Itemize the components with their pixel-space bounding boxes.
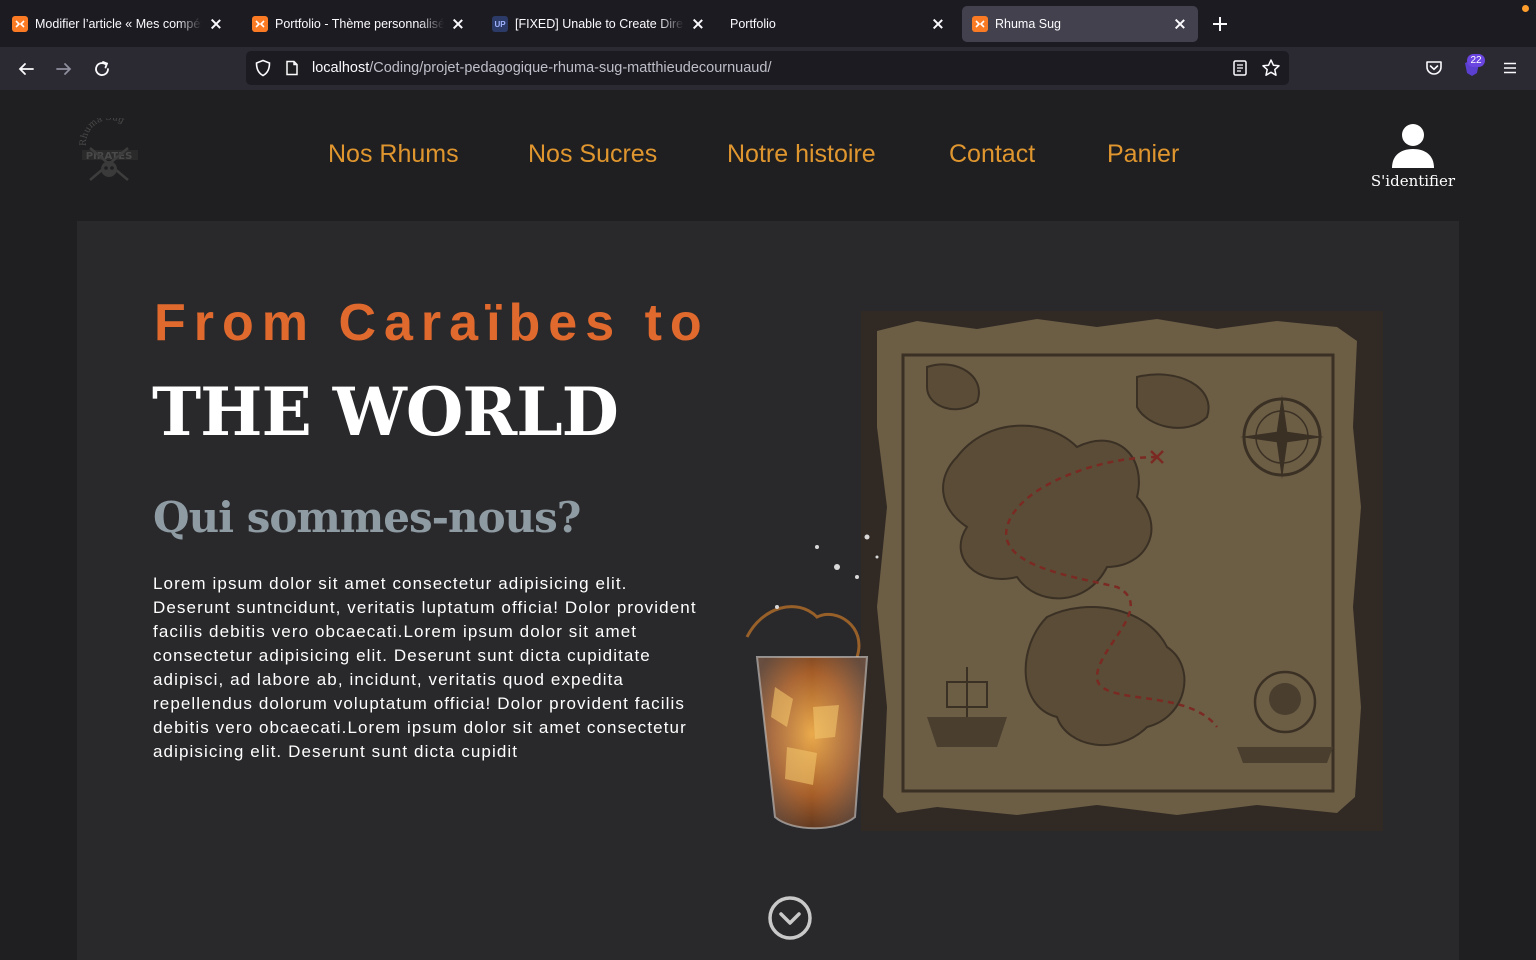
web-page: Rhuma Sug PIRATES Nos Rhums Nos Sucres N…	[0, 90, 1536, 960]
extension-badge: 22	[1467, 54, 1485, 67]
tab-title: Modifier l’article « Mes compétences	[35, 17, 202, 31]
shield-icon[interactable]	[254, 59, 272, 77]
svg-text:PIRATES: PIRATES	[86, 151, 133, 162]
rhuma-sug-pirates-logo[interactable]: Rhuma Sug PIRATES	[76, 118, 142, 184]
svg-text:Rhuma Sug: Rhuma Sug	[79, 118, 126, 146]
reload-icon	[95, 61, 109, 76]
close-icon[interactable]	[450, 16, 466, 32]
tab-portfolio-theme[interactable]: Portfolio - Thème personnalisé – WordPre…	[242, 6, 476, 42]
reload-button[interactable]	[88, 55, 116, 83]
up-icon: UP	[492, 16, 508, 32]
about-paragraph: Lorem ipsum dolor sit amet consectetur a…	[153, 574, 697, 761]
nav-nos-sucres[interactable]: Nos Sucres	[528, 140, 657, 169]
reader-view-icon[interactable]	[1231, 59, 1249, 77]
tab-modifier-article[interactable]: Modifier l’article « Mes compétences	[2, 6, 234, 42]
tab-title: Rhuma Sug	[995, 17, 1062, 31]
close-icon[interactable]	[208, 16, 224, 32]
pirate-map-rum-illustration	[745, 311, 1383, 831]
new-tab-button[interactable]	[1206, 12, 1234, 36]
hero-eyebrow: From Caraïbes to	[154, 294, 710, 352]
url-host: localhost	[312, 60, 370, 76]
nav-nos-rhums[interactable]: Nos Rhums	[328, 140, 459, 169]
back-button[interactable]	[12, 55, 40, 83]
signin-button[interactable]: S'identifier	[1368, 122, 1458, 190]
pocket-icon[interactable]	[1423, 57, 1445, 79]
tab-title: Portfolio	[730, 17, 776, 31]
xampp-icon	[972, 16, 988, 32]
xampp-icon	[12, 16, 28, 32]
update-dot-icon	[1522, 5, 1529, 12]
hero-headline: THE WORLD	[152, 373, 619, 451]
url-path: /Coding/projet-pedagogique-rhuma-sug-mat…	[369, 60, 772, 76]
user-icon	[1392, 124, 1434, 168]
tab-rhuma-sug[interactable]: Rhuma Sug	[962, 6, 1198, 42]
tab-title: [FIXED] Unable to Create Directory	[515, 17, 684, 31]
arrow-left-icon	[18, 63, 34, 75]
url-bar[interactable]: localhost/Coding/projet-pedagogique-rhum…	[246, 51, 1289, 85]
tab-title: Portfolio - Thème personnalisé – WordPre…	[275, 17, 444, 31]
signin-label: S'identifier	[1370, 172, 1456, 190]
about-heading: Qui sommes-nous?	[153, 493, 581, 542]
url-text[interactable]: localhost/Coding/projet-pedagogique-rhum…	[312, 60, 771, 76]
nav-contact[interactable]: Contact	[949, 140, 1035, 169]
scroll-down-icon[interactable]	[767, 895, 813, 941]
page-info-icon[interactable]	[284, 60, 300, 76]
close-icon[interactable]	[930, 16, 946, 32]
browser-nav-bar: localhost/Coding/projet-pedagogique-rhum…	[0, 47, 1536, 90]
site-header: Rhuma Sug PIRATES Nos Rhums Nos Sucres N…	[0, 90, 1536, 220]
xampp-icon	[252, 16, 268, 32]
tab-fixed-unable[interactable]: UP [FIXED] Unable to Create Directory	[482, 6, 716, 42]
bookmark-star-icon[interactable]	[1261, 58, 1281, 78]
close-icon[interactable]	[1172, 16, 1188, 32]
forward-button[interactable]	[50, 55, 78, 83]
browser-tab-bar: Modifier l’article « Mes compétences Por…	[0, 0, 1536, 47]
close-icon[interactable]	[690, 16, 706, 32]
nav-notre-histoire[interactable]: Notre histoire	[727, 140, 876, 169]
hamburger-menu-icon[interactable]	[1499, 57, 1521, 79]
arrow-right-icon	[56, 63, 72, 75]
tab-portfolio[interactable]: Portfolio	[720, 6, 956, 42]
hero-section: From Caraïbes to THE WORLD Qui sommes-no…	[77, 221, 1459, 960]
nav-panier[interactable]: Panier	[1107, 140, 1179, 169]
